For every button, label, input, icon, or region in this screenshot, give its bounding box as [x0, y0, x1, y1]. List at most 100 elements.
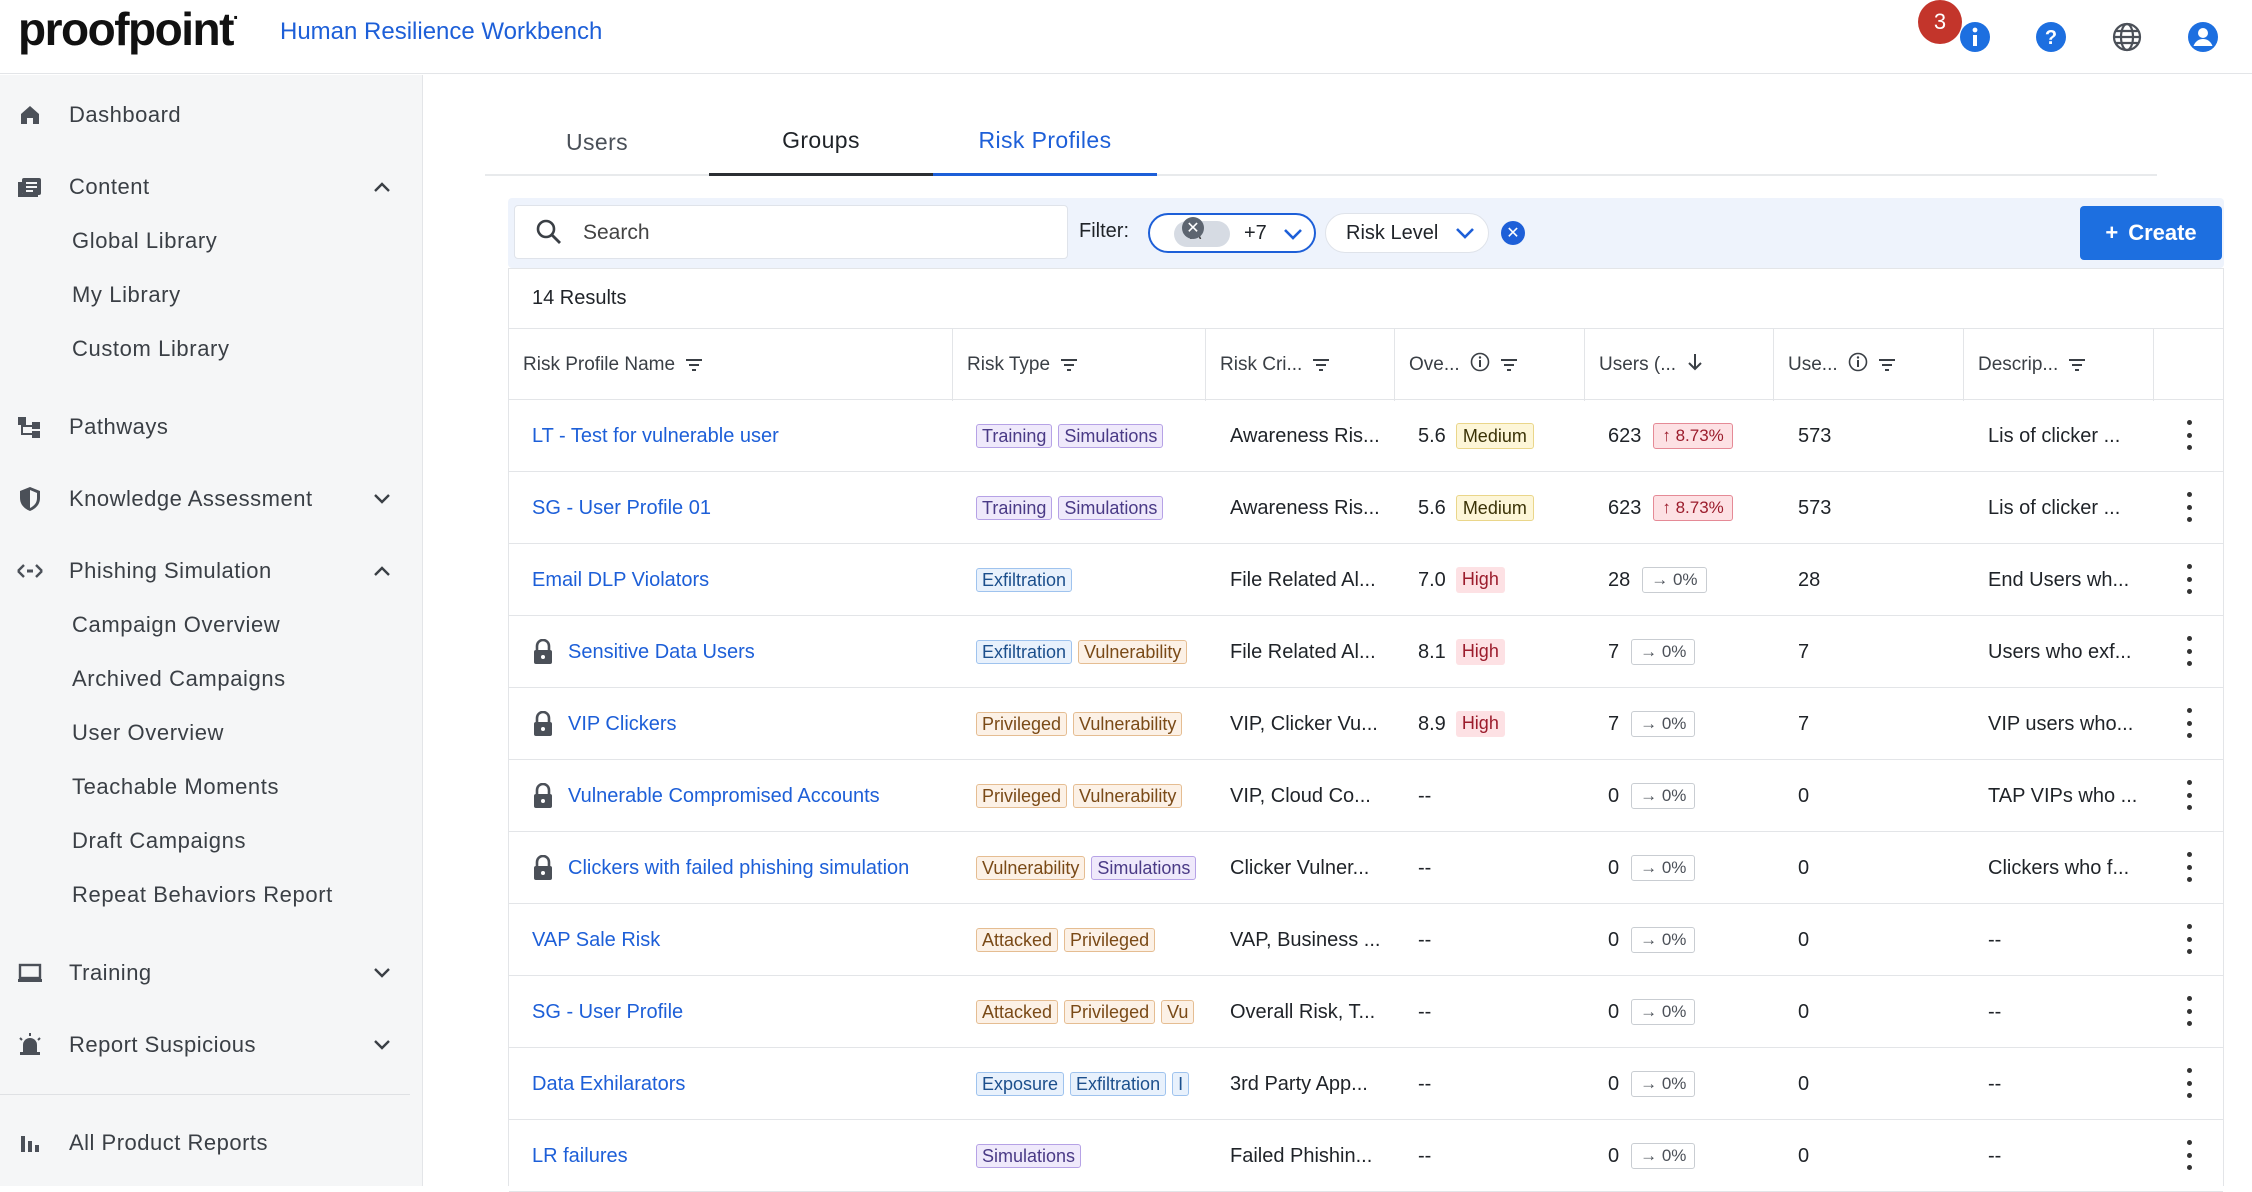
overall-score-cell: 7.0 High	[1418, 544, 1583, 616]
table-row[interactable]: VIP Clickers Privileged Vulnerability VIP, …	[509, 688, 2223, 760]
sidebar-subitem-global-library[interactable]: Global Library	[0, 218, 410, 264]
search-input[interactable]	[583, 218, 1043, 248]
risk-level-filter[interactable]: Risk Level	[1325, 213, 1489, 253]
table-row[interactable]: LR failures Simulations Failed Phishin... -…	[509, 1120, 2223, 1192]
sidebar-item-report-suspicious[interactable]: Report Suspicious	[0, 1018, 410, 1072]
description-cell: --	[1988, 1144, 2002, 1167]
risk-profile-link[interactable]: VIP Clickers	[568, 713, 677, 736]
sort-icon[interactable]	[1060, 358, 1078, 372]
remove-filter-icon[interactable]: ✕	[1182, 217, 1204, 239]
risk-profile-link[interactable]: SG - User Profile	[532, 1001, 683, 1024]
table-row[interactable]: Data Exhilarators Exposure Exfiltration I 3r…	[509, 1048, 2223, 1120]
user-icon[interactable]	[2184, 18, 2222, 56]
sort-icon[interactable]	[2068, 358, 2086, 372]
table-row[interactable]: Vulnerable Compromised Accounts Privilege…	[509, 760, 2223, 832]
search-icon	[535, 218, 563, 251]
sort-icon[interactable]	[1878, 358, 1896, 372]
sort-icon[interactable]	[685, 358, 703, 372]
info-icon[interactable]	[1470, 352, 1490, 378]
more-options-icon[interactable]	[2185, 636, 2193, 666]
risk-profile-link[interactable]: Sensitive Data Users	[568, 641, 755, 664]
clear-filters-icon[interactable]: ✕	[1501, 221, 1525, 245]
sidebar-subitem-draft-campaigns[interactable]: Draft Campaigns	[0, 818, 410, 864]
column-header-risk-profile-name[interactable]: Risk Profile Name	[509, 329, 953, 401]
risk-profile-link[interactable]: Clickers with failed phishing simulation	[568, 857, 909, 880]
table-row[interactable]: Clickers with failed phishing simulation…	[509, 832, 2223, 904]
table-row[interactable]: Sensitive Data Users Exfiltration Vulnerab…	[509, 616, 2223, 688]
chevron-up-icon[interactable]	[370, 175, 394, 199]
table-row[interactable]: VAP Sale Risk Attacked Privileged VAP, Busi…	[509, 904, 2223, 976]
more-options-icon[interactable]	[2185, 708, 2193, 738]
info-icon[interactable]	[1848, 352, 1868, 378]
more-options-icon[interactable]	[2185, 852, 2193, 882]
more-options-icon[interactable]	[2185, 1140, 2193, 1170]
description-cell: VIP users who...	[1988, 712, 2134, 735]
shield-icon	[16, 485, 44, 513]
sidebar-subitem-user-overview[interactable]: User Overview	[0, 710, 410, 756]
more-options-icon[interactable]	[2185, 492, 2193, 522]
chevron-down-icon[interactable]	[370, 1033, 394, 1057]
more-options-icon[interactable]	[2185, 420, 2193, 450]
sidebar-item-phishing-simulation[interactable]: Phishing Simulation	[0, 544, 410, 598]
sidebar-item-content[interactable]: Content	[0, 160, 410, 214]
notification-badge: 3	[1918, 0, 1962, 44]
table-row[interactable]: SG - User Profile Attacked Privileged Vu Ove…	[509, 976, 2223, 1048]
table-row[interactable]: Email DLP Violators Exfiltration File Rela…	[509, 544, 2223, 616]
app-title[interactable]: Human Resilience Workbench	[280, 18, 602, 46]
sidebar-item-knowledge-assessment[interactable]: Knowledge Assessment	[0, 472, 410, 526]
column-header-overall-score[interactable]: Ove...	[1395, 329, 1585, 401]
sidebar-subitem-repeat-behaviors-report[interactable]: Repeat Behaviors Report	[0, 872, 410, 918]
users-count-cell: 0 → 0%	[1608, 1048, 1772, 1120]
arrow-down-icon[interactable]	[1686, 352, 1704, 378]
sort-icon[interactable]	[1500, 358, 1518, 372]
sidebar-subitem-label: Global Library	[72, 228, 218, 253]
sort-icon[interactable]	[1312, 358, 1330, 372]
proofpoint-logo[interactable]: proofpoint.	[18, 2, 239, 56]
more-options-icon[interactable]	[2185, 924, 2193, 954]
more-options-icon[interactable]	[2185, 996, 2193, 1026]
tab-groups[interactable]: Groups	[709, 108, 933, 176]
users-count-cell: 7 → 0%	[1608, 616, 1772, 688]
sidebar-item-all-product-reports[interactable]: All Product Reports	[0, 1116, 410, 1170]
sidebar-subitem-archived-campaigns[interactable]: Archived Campaigns	[0, 656, 410, 702]
sidebar-subitem-campaign-overview[interactable]: Campaign Overview	[0, 602, 410, 648]
chevron-down-icon[interactable]	[370, 961, 394, 985]
help-icon[interactable]: ?	[2032, 18, 2070, 56]
sidebar-subitem-custom-library[interactable]: Custom Library	[0, 326, 410, 372]
risk-level-badge: High	[1455, 639, 1505, 665]
more-options-icon[interactable]	[2185, 564, 2193, 594]
sidebar-item-training[interactable]: Training	[0, 946, 410, 1000]
description-cell: Lis of clicker ...	[1988, 496, 2121, 519]
risk-profile-link[interactable]: VAP Sale Risk	[532, 929, 660, 952]
tab-risk-profiles[interactable]: Risk Profiles	[933, 108, 1157, 176]
risk-profile-link[interactable]: Data Exhilarators	[532, 1073, 685, 1096]
filter-chip[interactable]: A ✕ +7	[1148, 213, 1316, 253]
chevron-up-icon[interactable]	[370, 559, 394, 583]
sidebar-item-pathways[interactable]: Pathways	[0, 400, 410, 454]
tab-users[interactable]: Users	[485, 108, 709, 176]
column-header-users-count[interactable]: Users (...	[1585, 329, 1774, 401]
risk-profile-link[interactable]: SG - User Profile 01	[532, 497, 711, 520]
risk-profile-link[interactable]: LT - Test for vulnerable user	[532, 425, 779, 448]
risk-level-badge: High	[1455, 567, 1505, 593]
globe-icon[interactable]	[2108, 18, 2146, 56]
risk-profile-link[interactable]: Vulnerable Compromised Accounts	[568, 785, 880, 808]
risk-profile-link[interactable]: LR failures	[532, 1145, 628, 1168]
column-header-risk-type[interactable]: Risk Type	[953, 329, 1206, 401]
table-row[interactable]: LT - Test for vulnerable user Training Sim…	[509, 400, 2223, 472]
create-button[interactable]: + Create	[2080, 206, 2222, 260]
risk-profile-link[interactable]: Email DLP Violators	[532, 569, 709, 592]
sidebar-subitem-teachable-moments[interactable]: Teachable Moments	[0, 764, 410, 810]
info-icon[interactable]: 3	[1918, 0, 1994, 56]
chevron-down-icon[interactable]	[370, 487, 394, 511]
users-cell: 28	[1798, 568, 1821, 591]
sidebar-item-dashboard[interactable]: Dashboard	[0, 88, 410, 142]
more-options-icon[interactable]	[2185, 1068, 2193, 1098]
column-header-users[interactable]: Use...	[1774, 329, 1964, 401]
column-header-risk-criteria[interactable]: Risk Cri...	[1206, 329, 1395, 401]
column-header-description[interactable]: Descrip...	[1964, 329, 2154, 401]
sidebar-subitem-my-library[interactable]: My Library	[0, 272, 410, 318]
more-options-icon[interactable]	[2185, 780, 2193, 810]
sidebar-subitem-label: User Overview	[72, 720, 225, 745]
table-row[interactable]: SG - User Profile 01 Training Simulations A…	[509, 472, 2223, 544]
